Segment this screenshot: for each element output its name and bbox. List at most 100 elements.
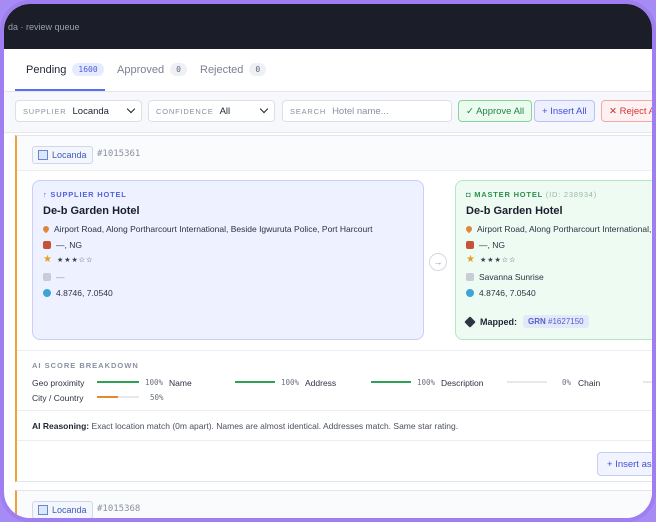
score-label: Name [169, 378, 192, 388]
score-pct: 100% [281, 378, 300, 387]
globe-icon [43, 289, 51, 297]
chain-row: — [43, 272, 65, 282]
pin-icon [464, 224, 474, 234]
confidence-value: All [219, 105, 231, 117]
record-id: #1015368 [97, 504, 141, 514]
tab-label: Rejected [200, 63, 244, 76]
score-bar [235, 381, 275, 383]
star-rating: ★★★☆☆ [56, 257, 94, 264]
app-window: da · review queue Pending 1600 Approved … [0, 0, 656, 522]
search-label: SEARCH [290, 106, 327, 116]
record-id: #1015361 [97, 149, 141, 159]
section-divider [17, 410, 652, 411]
country-row: —, NG [466, 240, 505, 250]
score-bar-fill [97, 396, 118, 398]
rating-row: ★ ★★★☆☆ [466, 255, 517, 265]
source-name: Locanda [52, 150, 87, 160]
star-icon: ★ [43, 254, 52, 265]
coords-row: 4.8746, 7.0540 [466, 288, 536, 298]
country-text: —, NG [56, 240, 82, 250]
supplier-select[interactable]: SUPPLIER Locanda [15, 100, 142, 122]
score-label: Chain [578, 378, 601, 388]
top-bar: da · review queue [4, 4, 652, 49]
score-pct: 50% [150, 393, 164, 402]
score-label: Address [305, 378, 337, 388]
tab-label: Approved [117, 63, 165, 76]
score-breakdown-title: AI SCORE BREAKDOWN [32, 361, 139, 370]
address-text: Airport Road, Along Portharcourt Interna… [54, 224, 373, 234]
review-card: Locanda #1015368 [15, 490, 652, 518]
app-title: da · review queue [8, 22, 80, 32]
filter-bar: SUPPLIER Locanda CONFIDENCE All SEARCH H… [4, 92, 652, 133]
building-icon [38, 505, 48, 515]
section-divider [17, 350, 652, 351]
insert-as-new-button[interactable]: + Insert as N [597, 452, 652, 476]
country-text: —, NG [479, 240, 505, 250]
active-tab-indicator [15, 89, 105, 91]
insert-all-button[interactable]: + Insert All [534, 100, 595, 122]
supplier-value: Locanda [72, 105, 109, 117]
chevron-down-icon [259, 104, 269, 114]
country-row: —, NG [43, 240, 82, 250]
mapped-prefix: GRN [528, 317, 546, 326]
chain-text: — [56, 272, 65, 282]
master-hotel-panel: ◘ MASTER HOTEL (ID: 238934) De-b Garden … [455, 180, 652, 340]
address-text: Airport Road, Along Portharcourt Interna… [477, 224, 652, 234]
status-tabs: Pending 1600 Approved 0 Rejected 0 [4, 49, 652, 92]
reject-all-button[interactable]: ✕ Reject All [601, 100, 652, 122]
coords-text: 4.8746, 7.0540 [479, 288, 536, 298]
flag-icon [466, 241, 474, 249]
review-card: Locanda #1015361 ↑ SUPPLIER HOTEL De-b G… [15, 135, 652, 482]
score-bar [507, 381, 547, 383]
source-name: Locanda [52, 505, 87, 515]
building-icon [38, 150, 48, 160]
score-label: City / Country [32, 393, 84, 403]
tab-approved[interactable]: Approved 0 [117, 63, 187, 76]
tab-rejected[interactable]: Rejected 0 [200, 63, 267, 76]
chain-icon [466, 273, 474, 281]
section-divider [17, 440, 652, 441]
score-pct: 100% [417, 378, 436, 387]
chain-icon [43, 273, 51, 281]
score-label: Description [441, 378, 484, 388]
master-id: (ID: 238934) [545, 190, 598, 199]
score-pct: 0% [562, 378, 572, 387]
master-hotel-tag: ◘ MASTER HOTEL (ID: 238934) [466, 190, 597, 199]
supplier-hotel-tag: ↑ SUPPLIER HOTEL [43, 190, 127, 199]
star-rating: ★★★☆☆ [479, 257, 517, 264]
search-input[interactable]: SEARCH Hotel name... [282, 100, 452, 122]
reasoning-label: AI Reasoning: [32, 421, 90, 431]
ai-reasoning: AI Reasoning: Exact location match (0m a… [32, 421, 458, 431]
source-badge: Locanda [32, 146, 93, 164]
card-header: Locanda #1015361 [17, 136, 652, 171]
mapped-badge: GRN #1627150 [523, 315, 589, 328]
reasoning-text: Exact location match (0m apart). Names a… [91, 421, 459, 431]
score-bar-fill [97, 381, 139, 383]
score-pct: 100% [145, 378, 164, 387]
coords-text: 4.8746, 7.0540 [56, 288, 113, 298]
count-badge: 0 [249, 63, 267, 76]
tag-icon [464, 315, 476, 328]
tab-pending[interactable]: Pending 1600 [26, 63, 104, 76]
mapped-code: #1627150 [548, 317, 584, 326]
confidence-select[interactable]: CONFIDENCE All [148, 100, 275, 122]
score-bar [371, 381, 411, 383]
supplier-hotel-panel: ↑ SUPPLIER HOTEL De-b Garden Hotel Airpo… [32, 180, 424, 340]
score-bar [643, 381, 652, 383]
count-badge: 1600 [72, 63, 104, 76]
approve-all-button[interactable]: ✓ Approve All [458, 100, 533, 122]
score-bar-fill [235, 381, 275, 383]
search-placeholder: Hotel name... [332, 105, 389, 117]
score-label: Geo proximity [32, 378, 85, 388]
rating-row: ★ ★★★☆☆ [43, 254, 94, 265]
mapped-row: Mapped: GRN #1627150 [464, 315, 589, 328]
globe-icon [466, 289, 474, 297]
address-row: Airport Road, Along Portharcourt Interna… [464, 224, 652, 234]
tab-label: Pending [26, 63, 67, 76]
hotel-name: De-b Garden Hotel [43, 205, 140, 217]
supplier-label: SUPPLIER [23, 106, 67, 116]
chain-text: Savanna Sunrise [479, 272, 544, 282]
check-icon: ◘ [466, 190, 472, 199]
source-badge: Locanda [32, 501, 93, 518]
arrow-right-icon: → [429, 253, 447, 271]
